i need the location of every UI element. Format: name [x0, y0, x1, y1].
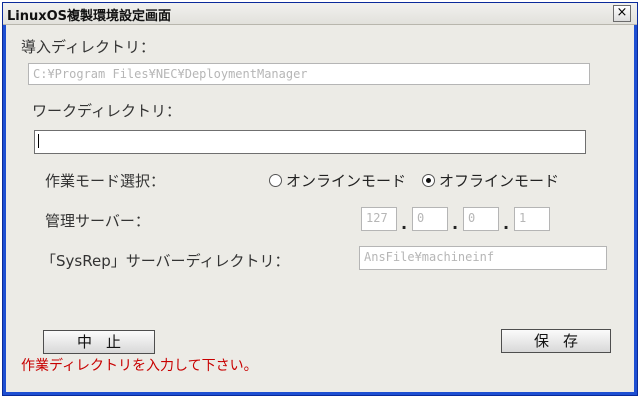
radio-unchecked-icon: [269, 174, 282, 187]
sysrep-dir-field: AnsFile¥machineinf: [359, 246, 607, 270]
ip-octet-2: 0: [412, 207, 448, 231]
radio-checked-icon: [422, 174, 436, 187]
dialog-body: 導入ディレクトリ： C:¥Program Files¥NEC¥Deploymen…: [6, 25, 634, 392]
mode-radio-group: オンラインモード オフラインモード: [269, 170, 575, 191]
cancel-button[interactable]: 中止: [43, 330, 155, 354]
ip-octet-1: 127: [361, 207, 397, 231]
window-title: LinuxOS複製環境設定画面: [7, 9, 172, 24]
work-dir-label: ワークディレクトリ：: [32, 102, 181, 120]
ip-dot-2: .: [452, 214, 459, 233]
dialog-window: LinuxOS複製環境設定画面 × 導入ディレクトリ： C:¥Program F…: [2, 2, 638, 396]
radio-online-label: オンラインモード: [286, 172, 407, 190]
ip-octet-3: 0: [463, 207, 499, 231]
radio-offline-mode[interactable]: オフラインモード: [422, 170, 559, 191]
title-bar[interactable]: LinuxOS複製環境設定画面 ×: [3, 3, 637, 25]
close-button[interactable]: ×: [613, 5, 631, 22]
radio-online-mode[interactable]: オンラインモード: [269, 170, 406, 191]
sysrep-label: 「SysRep」サーバーディレクトリ：: [41, 252, 290, 270]
install-dir-label: 導入ディレクトリ：: [21, 38, 155, 56]
work-dir-input[interactable]: [34, 130, 586, 154]
ip-dot-3: .: [503, 214, 510, 233]
close-icon: ×: [616, 5, 628, 20]
status-message: 作業ディレクトリを入力して下さい。: [21, 358, 258, 374]
save-button[interactable]: 保存: [501, 329, 611, 353]
text-caret: [38, 134, 39, 148]
radio-offline-label: オフラインモード: [439, 172, 560, 190]
ip-octet-4: 1: [514, 207, 550, 231]
ip-dot-1: .: [401, 214, 408, 233]
mode-label: 作業モード選択：: [45, 172, 166, 190]
install-dir-field: C:¥Program Files¥NEC¥DeploymentManager: [28, 63, 590, 85]
server-label: 管理サーバー：: [45, 212, 150, 230]
